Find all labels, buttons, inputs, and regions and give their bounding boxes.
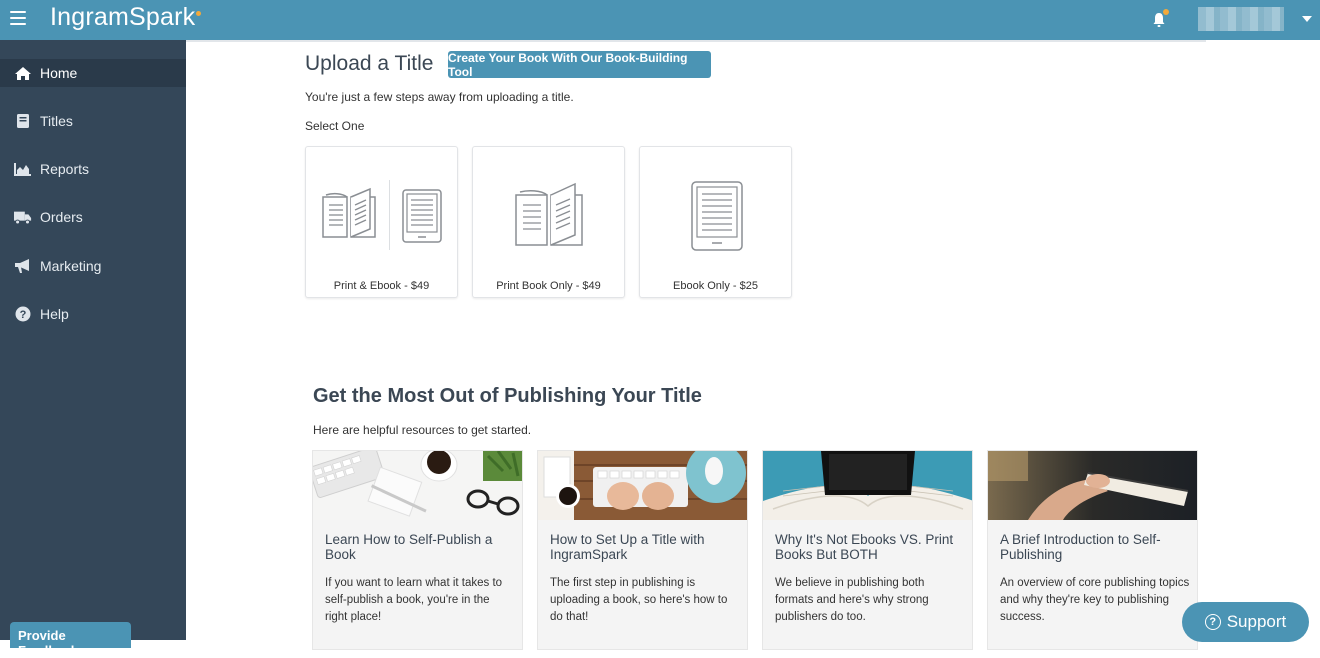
card-body: The first step in publishing is uploadin…: [550, 577, 728, 623]
top-bar: IngramSpark: [0, 0, 1320, 40]
section-title: Get the Most Out of Publishing Your Titl…: [313, 385, 702, 407]
megaphone-icon: [14, 258, 32, 274]
option-print-and-ebook[interactable]: Print & Ebook - $49: [305, 146, 458, 298]
section-subtitle: Here are helpful resources to get starte…: [313, 423, 532, 437]
divider: [389, 180, 390, 250]
sidebar-item-label: Marketing: [40, 258, 102, 274]
sidebar-item-marketing[interactable]: Marketing: [0, 252, 186, 280]
book-building-tool-button[interactable]: Create Your Book With Our Book-Building …: [448, 51, 711, 79]
support-label: Support: [1226, 612, 1287, 631]
card-title: Why It's Not Ebooks VS. Print Books But …: [775, 532, 954, 562]
support-button[interactable]: ? Support: [1182, 602, 1309, 642]
card-body: If you want to learn what it takes to se…: [325, 577, 503, 623]
resource-card-setup-title[interactable]: How to Set Up a Title with IngramSpark T…: [537, 450, 748, 650]
sidebar-item-label: Reports: [40, 161, 90, 177]
brand-dot: [196, 11, 202, 16]
account-name-redacted[interactable]: [1198, 7, 1284, 31]
sidebar-item-label: Home: [40, 65, 78, 81]
card-title: How to Set Up a Title with IngramSpark: [550, 532, 705, 562]
ereader-icon: [402, 189, 442, 243]
resource-card-intro[interactable]: A Brief Introduction to Self-Publishing …: [987, 450, 1198, 650]
card-body: An overview of core publishing topics an…: [1000, 577, 1190, 623]
chevron-down-icon[interactable]: [1302, 16, 1312, 22]
card-body: We believe in publishing both formats an…: [775, 577, 929, 623]
select-label: Select One: [305, 119, 365, 133]
option-ebook-only[interactable]: Ebook Only - $25: [639, 146, 792, 298]
brand-logo[interactable]: IngramSpark: [50, 3, 202, 32]
question-icon: ?: [1204, 614, 1221, 630]
chart-icon: [14, 161, 32, 177]
sidebar-item-label: Help: [40, 306, 69, 322]
option-label: Print & Ebook - $49: [333, 280, 430, 292]
sidebar: Home Titles Reports Orders Marketing ? H…: [0, 40, 186, 640]
option-print-only[interactable]: Print Book Only - $49: [472, 146, 625, 298]
resource-card-self-publish[interactable]: Learn How to Self-Publish a Book If you …: [312, 450, 523, 650]
brand-name: IngramSpark: [50, 3, 196, 31]
sidebar-item-help[interactable]: ? Help: [0, 300, 186, 328]
svg-text:?: ?: [20, 309, 27, 321]
open-book-icon: [515, 182, 583, 246]
upload-subtitle: You're just a few steps away from upload…: [305, 90, 574, 104]
sidebar-item-label: Titles: [40, 113, 73, 129]
notification-badge: [1163, 9, 1169, 15]
card-title: A Brief Introduction to Self-Publishing: [1000, 532, 1161, 562]
resource-card-ebooks-vs-print[interactable]: Why It's Not Ebooks VS. Print Books But …: [762, 450, 973, 650]
truck-icon: [14, 209, 32, 225]
option-label: Print Book Only - $49: [496, 280, 601, 292]
provide-feedback-button[interactable]: Provide Feedback: [10, 622, 131, 658]
menu-icon[interactable]: [10, 11, 26, 25]
desk-photo: [313, 451, 522, 520]
book-icon: [14, 113, 32, 129]
page-title: Upload a Title: [305, 52, 434, 75]
sidebar-item-label: Orders: [40, 209, 83, 225]
home-icon: [14, 65, 32, 81]
question-icon: ?: [14, 306, 32, 322]
sidebar-item-home[interactable]: Home: [0, 59, 186, 87]
card-title: Learn How to Self-Publish a Book: [325, 532, 493, 562]
book-tablet-photo: [763, 451, 972, 520]
open-book-icon: [322, 187, 376, 238]
reading-photo: [988, 451, 1197, 520]
divider: [186, 40, 1206, 42]
typing-photo: [538, 451, 747, 520]
option-label: Ebook Only - $25: [673, 280, 758, 292]
sidebar-item-orders[interactable]: Orders: [0, 203, 186, 231]
sidebar-item-titles[interactable]: Titles: [0, 107, 186, 135]
sidebar-item-reports[interactable]: Reports: [0, 155, 186, 183]
ereader-icon: [691, 181, 743, 251]
